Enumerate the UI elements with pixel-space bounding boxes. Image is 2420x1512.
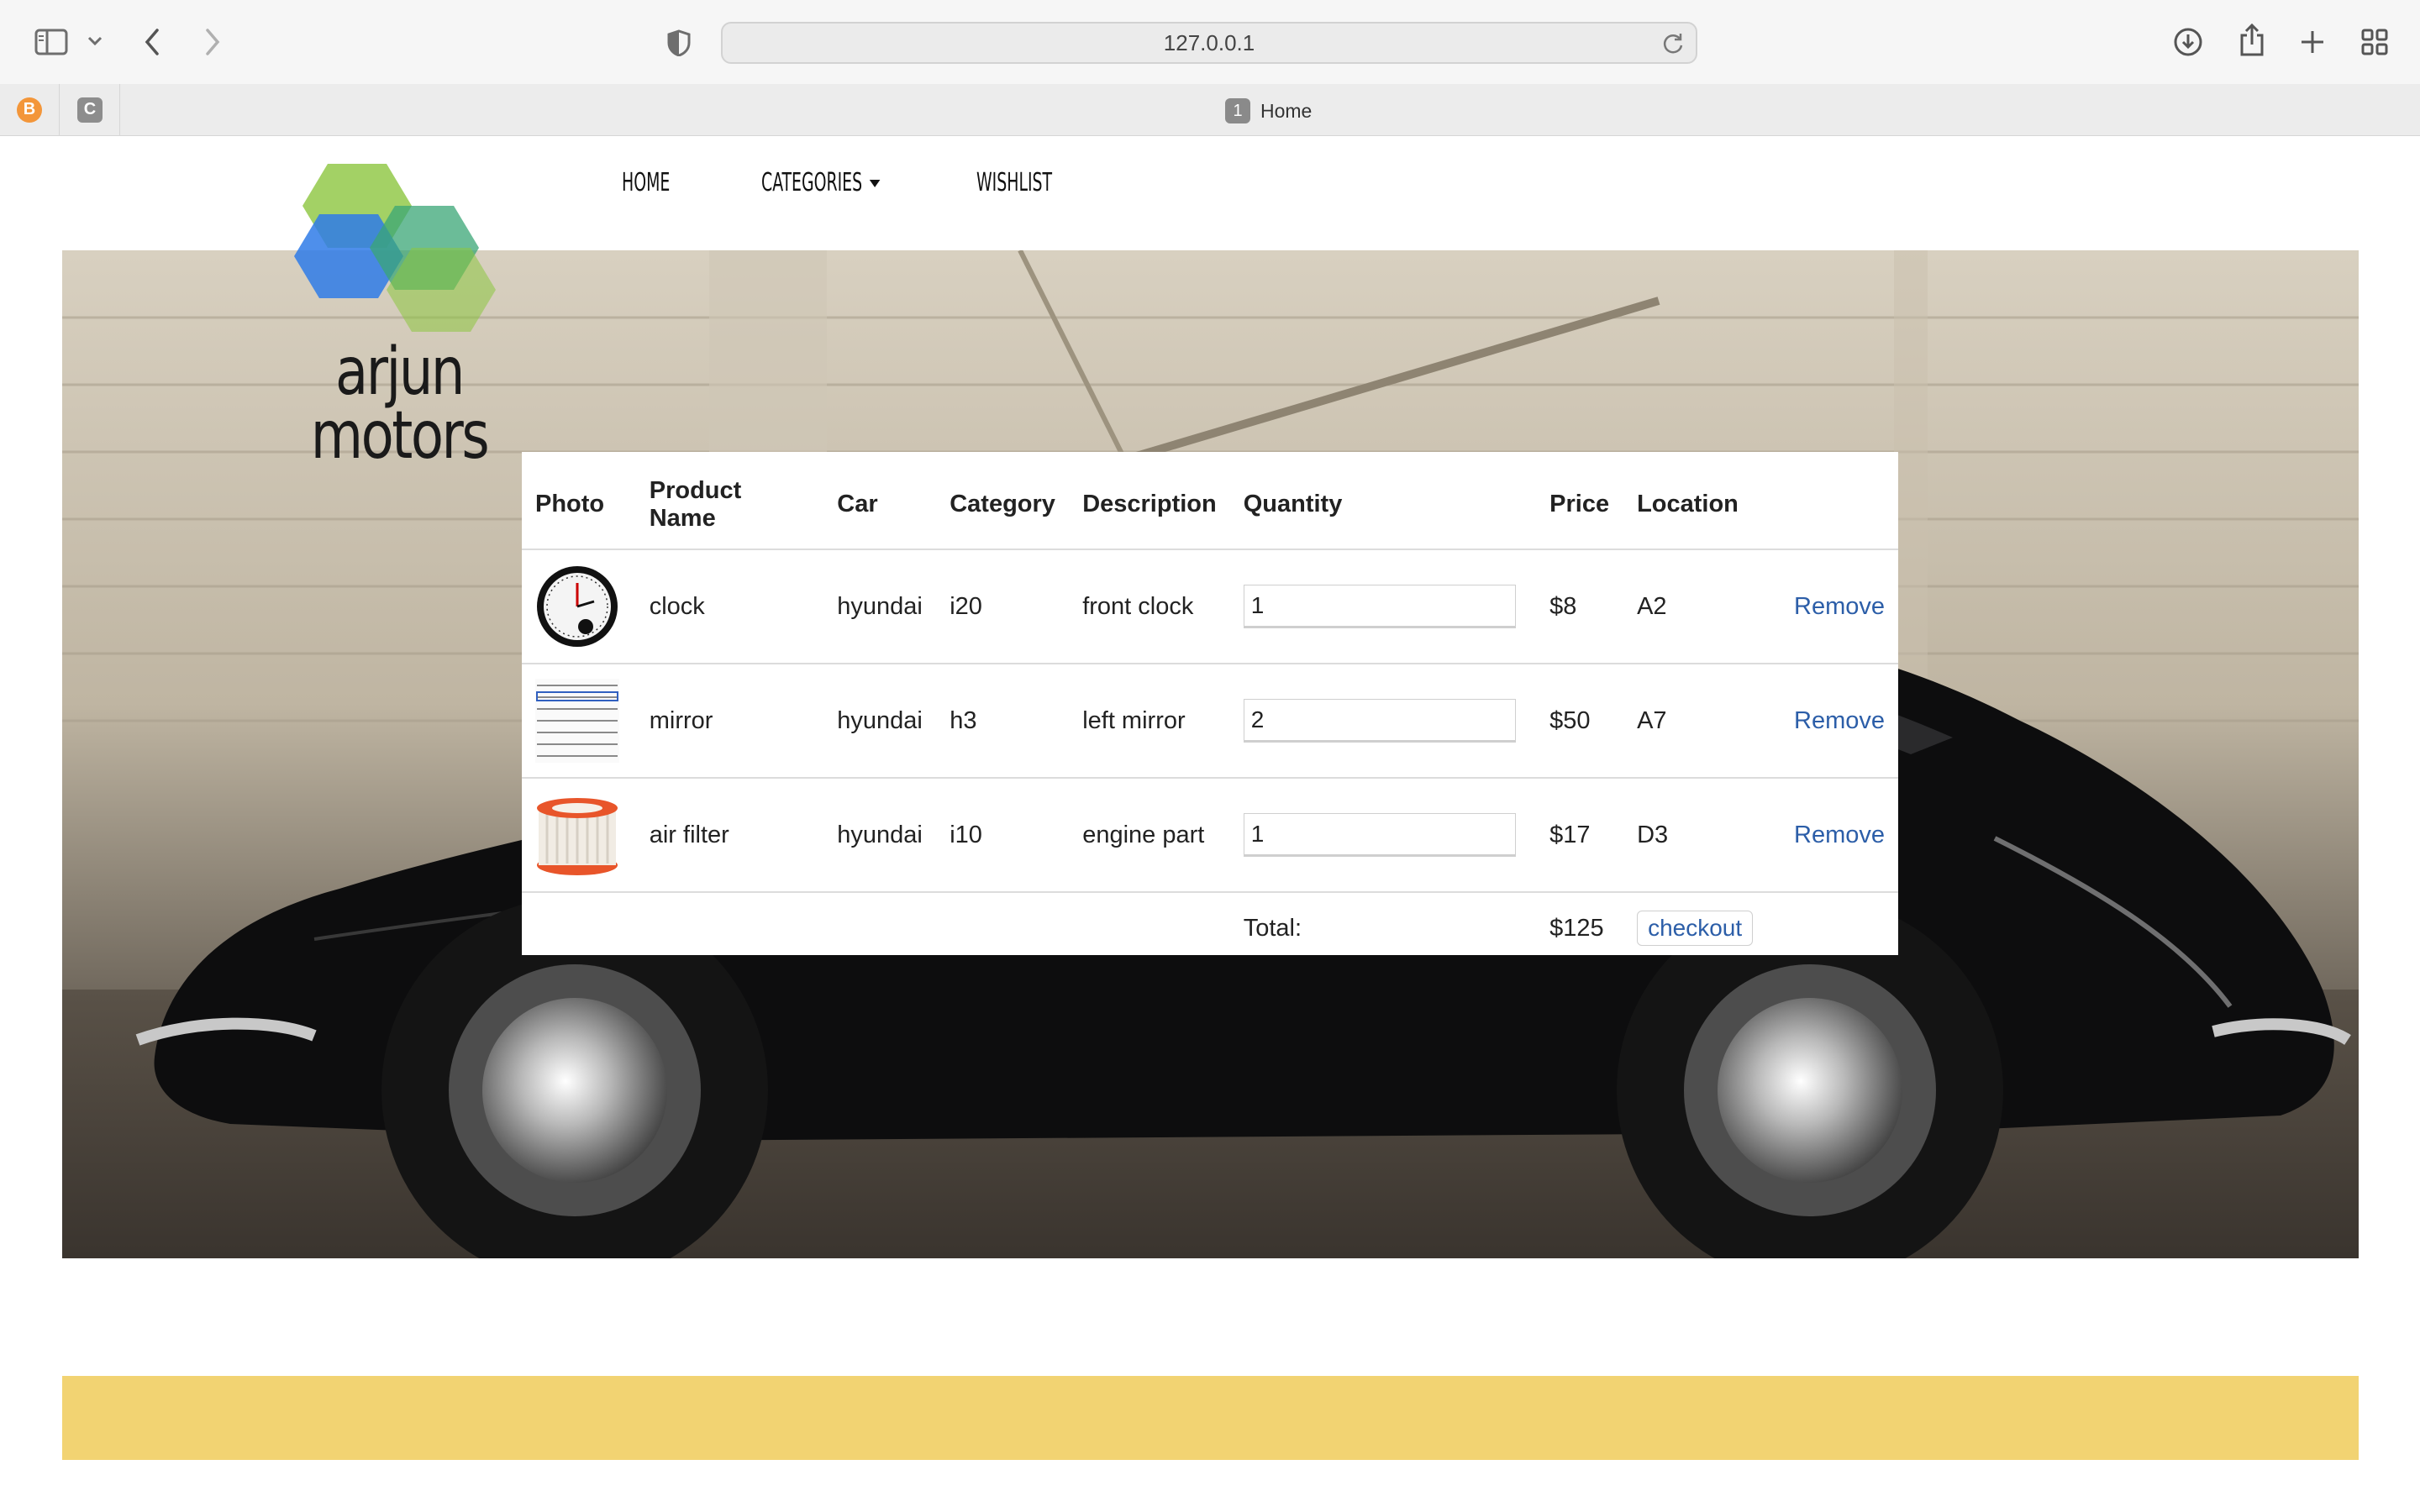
download-icon[interactable] (2171, 25, 2205, 59)
pinned-tab-b[interactable]: B (0, 84, 60, 135)
product-car: hyundai (823, 663, 937, 778)
remove-cell: Remove (1781, 663, 1898, 778)
product-photo-cell (522, 549, 636, 664)
col-header-description: Description (1082, 491, 1217, 517)
table-row: clock hyundai i20 front clock $8 A2 Remo… (522, 549, 1898, 664)
product-description: engine part (1069, 777, 1230, 892)
tab-overview-icon[interactable] (2358, 25, 2391, 59)
col-header-action (1781, 452, 1898, 549)
product-price: $8 (1536, 549, 1624, 664)
remove-link[interactable]: Remove (1794, 707, 1885, 734)
tab-number-badge: 1 (1225, 98, 1250, 123)
footer-bar (62, 1376, 2359, 1460)
product-description: left mirror (1069, 663, 1230, 778)
privacy-shield-icon[interactable] (664, 27, 694, 59)
product-photo-cell (522, 777, 636, 892)
favicon-c-icon: C (77, 97, 103, 123)
col-header-quantity: Quantity (1243, 491, 1343, 517)
favicon-b-icon: B (17, 97, 42, 123)
address-bar[interactable]: 127.0.0.1 (721, 22, 1697, 64)
col-header-price: Price (1549, 491, 1610, 517)
col-header-category: Category (950, 491, 1055, 517)
remove-link[interactable]: Remove (1794, 593, 1885, 620)
chevron-down-icon[interactable] (84, 30, 106, 52)
share-icon[interactable] (2235, 22, 2269, 59)
tab-title: Home (1260, 99, 1313, 122)
mirror-photo (535, 679, 619, 763)
col-header-photo: Photo (535, 491, 605, 517)
table-header-row: Photo Product Name Car Category Descript… (522, 452, 1898, 549)
remove-cell: Remove (1781, 777, 1898, 892)
product-photo-cell (522, 663, 636, 778)
site-logo[interactable]: arjun motors (286, 164, 513, 483)
nav-wishlist[interactable]: WISHLIST (976, 168, 1052, 197)
product-location: A7 (1623, 663, 1781, 778)
cart-panel: Photo Product Name Car Category Descript… (522, 452, 1898, 963)
nav-home[interactable]: HOME (622, 168, 670, 197)
col-header-name: Product Name (649, 476, 742, 532)
checkout-button[interactable]: checkout (1637, 911, 1754, 946)
col-header-car: Car (837, 491, 878, 517)
remove-link[interactable]: Remove (1794, 822, 1885, 848)
product-category: h3 (936, 663, 1070, 778)
quantity-input[interactable] (1243, 813, 1516, 857)
url-text: 127.0.0.1 (1163, 29, 1255, 55)
total-label: Total: (1229, 891, 1537, 963)
tab-bar (0, 84, 2420, 136)
cart-table: Photo Product Name Car Category Descript… (522, 452, 1898, 963)
product-category: i20 (936, 549, 1070, 664)
forward-icon[interactable] (200, 24, 225, 60)
quantity-cell (1229, 549, 1537, 664)
table-row: mirror hyundai h3 left mirror $50 A7 Rem… (522, 663, 1898, 778)
total-row: Total: $125 checkout (522, 891, 1898, 963)
product-location: D3 (1623, 777, 1781, 892)
product-name: air filter (635, 777, 824, 892)
product-car: hyundai (823, 549, 937, 664)
quantity-input[interactable] (1243, 585, 1516, 628)
col-header-location: Location (1637, 491, 1739, 517)
new-tab-icon[interactable] (2296, 25, 2329, 59)
clock-photo (537, 566, 618, 647)
product-category: i10 (936, 777, 1070, 892)
product-price: $17 (1536, 777, 1624, 892)
pinned-tab-c[interactable]: C (60, 84, 120, 135)
product-location: A2 (1623, 549, 1781, 664)
nav-categories-dropdown[interactable]: CATEGORIES (761, 168, 881, 197)
logo-text-line1: arjun (334, 334, 466, 410)
logo-text-line2: motors (310, 398, 490, 474)
checkout-cell: checkout (1623, 891, 1781, 963)
quantity-cell (1229, 663, 1537, 778)
product-description: front clock (1069, 549, 1230, 664)
nav-categories-label: CATEGORIES (761, 168, 863, 197)
table-row: air filter hyundai i10 engine part $17 D… (522, 777, 1898, 892)
logo-hexagons-icon (294, 164, 496, 332)
sidebar-toggle-icon[interactable] (32, 25, 71, 59)
air-filter-photo (537, 798, 618, 875)
product-name: clock (635, 549, 824, 664)
product-price: $50 (1536, 663, 1624, 778)
reload-icon[interactable] (1662, 32, 1684, 61)
active-tab[interactable]: 1 Home (1225, 96, 1312, 126)
quantity-input[interactable] (1243, 699, 1516, 743)
quantity-cell (1229, 777, 1537, 892)
caret-down-icon (869, 180, 881, 187)
back-icon[interactable] (139, 24, 165, 60)
product-car: hyundai (823, 777, 937, 892)
total-value: $125 (1536, 891, 1624, 963)
product-name: mirror (635, 663, 824, 778)
browser-toolbar: 127.0.0.1 (0, 0, 2420, 84)
remove-cell: Remove (1781, 549, 1898, 664)
